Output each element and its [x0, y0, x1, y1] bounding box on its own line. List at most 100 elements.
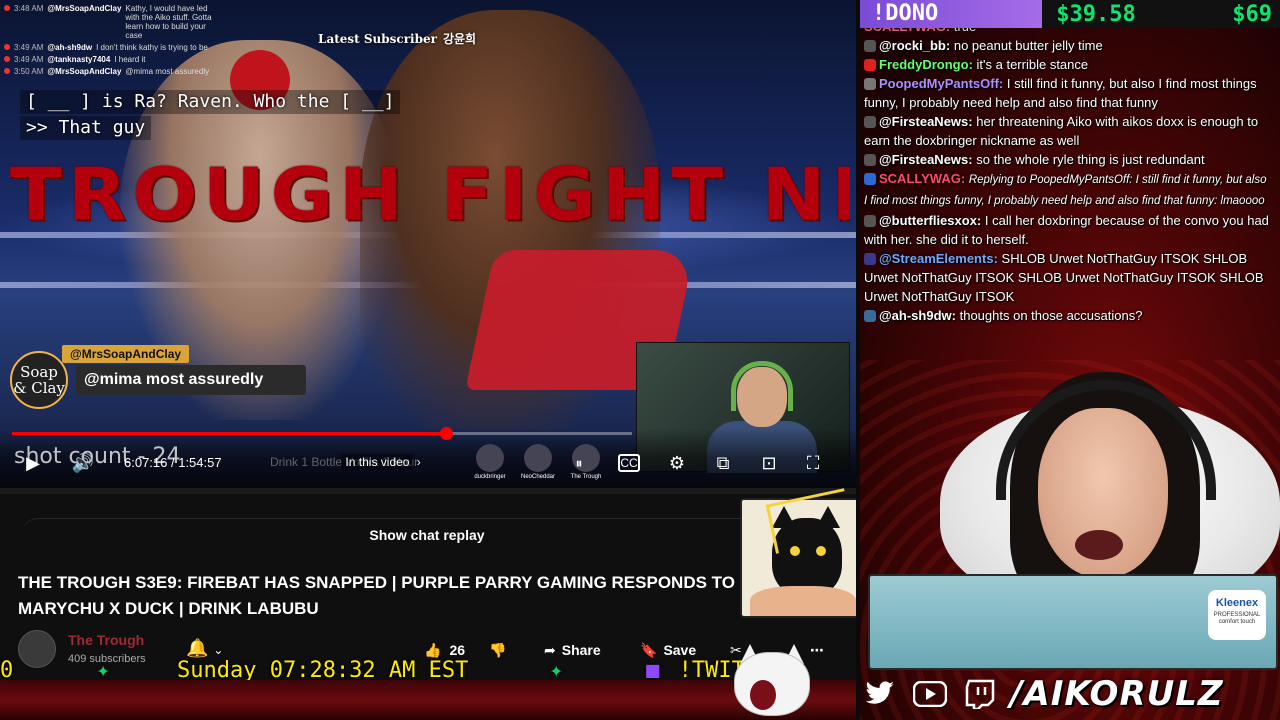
embedded-chat-message: 3:48 AM @MrsSoapAndClay Kathy, I would hav…	[4, 4, 220, 40]
cat-mouth	[750, 680, 776, 710]
channel-name[interactable]: The Trough	[68, 632, 144, 648]
progress-played	[12, 432, 446, 435]
progress-bar[interactable]	[12, 427, 632, 440]
live-dot-icon	[4, 5, 10, 11]
chat-message: @FirsteaNews her threatening Aiko with a…	[862, 112, 1280, 150]
time-current: 6:07:16	[124, 455, 168, 470]
embedded-chat-message: 3:50 AM @MrsSoapAndClay @mima most assured…	[4, 67, 220, 76]
chapter-label[interactable]: Drink 1 Bottle Vodka 1 Hour In this vide…	[270, 454, 421, 470]
miniplayer-icon[interactable]: ⧉	[710, 450, 736, 476]
highlight-message: @mima most assuredly	[76, 365, 306, 395]
chat-username[interactable]: FreddyDrongo	[879, 57, 973, 72]
chevron-right-icon: ›	[413, 455, 421, 469]
chat-user: @tanknasty7404	[47, 55, 111, 64]
chat-message: SCALLYWAG Replying to PoopedMyPantsOff: …	[862, 169, 1280, 211]
live-chat: SCALLYWAG true@rocki_bb no peanut butter…	[862, 28, 1280, 370]
user-badge-icon	[864, 310, 876, 322]
user-badge-icon	[864, 59, 876, 71]
chat-message: PoopedMyPantsOff I still find it funny, …	[862, 74, 1280, 112]
donation-goal-bar: !DONO $39.58 $69	[860, 0, 1280, 28]
chat-text: true	[954, 28, 976, 34]
chat-message: SCALLYWAG true	[862, 28, 1280, 36]
streamer-mouth	[1075, 530, 1123, 560]
chat-message: @butterfliesxox I call her doxbringr bec…	[862, 211, 1280, 249]
chat-text: I don't think kathy is trying to be	[96, 43, 208, 52]
chat-time: 3:50 AM	[14, 67, 44, 76]
chat-text: so the whole ryle thing is just redundan…	[976, 152, 1205, 167]
live-dot-icon	[4, 56, 10, 62]
chat-username[interactable]: @butterfliesxox	[879, 213, 981, 228]
user-badge-icon	[864, 215, 876, 227]
volume-icon[interactable]: 🔊	[70, 450, 96, 476]
chat-time: 3:49 AM	[14, 43, 44, 52]
donation-label: !DONO	[860, 0, 1042, 28]
cc-icon[interactable]: CC	[618, 454, 640, 472]
chat-username[interactable]: @FirsteaNews	[879, 114, 973, 129]
tissue-box: Kleenex PROFESSIONAL comfort touch	[868, 574, 1278, 670]
white-cat-sticker	[724, 644, 820, 720]
chat-text: I heard it	[114, 55, 146, 64]
progress-scrubber[interactable]	[440, 427, 453, 440]
user-badge-icon	[864, 40, 876, 52]
cast-icon[interactable]: ⊡	[756, 450, 782, 476]
user-badge-icon	[864, 116, 876, 128]
headphones-icon	[996, 380, 1216, 500]
chat-username[interactable]: SCALLYWAG	[864, 28, 950, 34]
chat-text: it's a terrible stance	[976, 57, 1089, 72]
chat-username[interactable]: @StreamElements	[879, 251, 998, 266]
latest-subscriber: Latest Subscriber 강윤희	[318, 30, 476, 47]
highlight-avatar: Soap & Clay	[10, 351, 68, 409]
chat-message: @rocki_bb no peanut butter jelly time	[862, 36, 1280, 55]
chat-user: @MrsSoapAndClay	[47, 67, 122, 76]
kleenex-brand: Kleenex	[1215, 597, 1259, 609]
latest-subscriber-label: Latest Subscriber	[318, 32, 437, 46]
chat-message: FreddyDrongo it's a terrible stance	[862, 55, 1280, 74]
caption-line-1: [ __ ] is Ra? Raven. Who the [ __]	[20, 90, 401, 114]
overlay-title: TROUGH FIGHT NIGHT	[10, 152, 850, 237]
social-links: /AIKORULZ	[860, 668, 1280, 720]
twitter-icon[interactable]	[860, 674, 900, 714]
twitch-icon[interactable]	[960, 674, 1000, 714]
fullscreen-icon[interactable]: ⛶	[800, 450, 826, 476]
chat-time: 3:48 AM	[14, 4, 44, 13]
play-icon[interactable]: ▶	[20, 450, 46, 476]
live-dot-icon	[4, 44, 10, 50]
in-this-video: In this video	[341, 454, 414, 470]
user-badge-icon	[864, 154, 876, 166]
chat-username[interactable]: @rocki_bb	[879, 38, 950, 53]
donation-current: $39.58	[1056, 1, 1136, 27]
chat-text: no peanut butter jelly time	[953, 38, 1103, 53]
chat-username[interactable]: @FirsteaNews	[879, 152, 973, 167]
guest-strip: duckbringer NeoCheddar The Trough	[470, 444, 620, 484]
embedded-chat-message: 3:49 AM @ah-sh9dw I don't think kathy is t…	[4, 43, 220, 52]
guest-item: duckbringer	[470, 444, 510, 480]
kleenex-sub: PROFESSIONAL comfort touch	[1213, 612, 1261, 625]
player-divider	[0, 488, 856, 494]
chat-message: @FirsteaNews so the whole ryle thing is …	[862, 150, 1280, 169]
embedded-chat: 3:48 AM @MrsSoapAndClay Kathy, I would hav…	[0, 0, 220, 79]
caption-line-2: >> That guy	[20, 116, 152, 140]
pause-icon[interactable]: ⏸	[566, 450, 592, 476]
chat-time: 3:49 AM	[14, 55, 44, 64]
chat-username[interactable]: @ah-sh9dw	[879, 308, 956, 323]
chat-text: thoughts on those accusations?	[959, 308, 1143, 323]
video-player[interactable]: TROUGH FIGHT NIGHT 3:48 AM @MrsSoapAndCla…	[0, 0, 856, 488]
user-badge-icon	[864, 253, 876, 265]
chat-text: Kathy, I would have led with the Aiko st…	[125, 4, 212, 40]
guest-item: NeoCheddar	[518, 444, 558, 480]
chevron-down-icon[interactable]: ⌄	[213, 643, 223, 657]
settings-icon[interactable]: ⚙	[664, 450, 690, 476]
chat-user: @ah-sh9dw	[47, 43, 93, 52]
show-chat-replay-button[interactable]: Show chat replay	[22, 518, 832, 550]
live-dot-icon	[4, 68, 10, 74]
chat-username[interactable]: PoopedMyPantsOff	[879, 76, 1003, 91]
chat-username[interactable]: SCALLYWAG	[879, 171, 965, 186]
guest-avatar	[476, 444, 504, 472]
youtube-icon[interactable]	[910, 674, 950, 714]
embedded-chat-message: 3:49 AM @tanknasty7404 I heard it	[4, 55, 220, 64]
time-separator: /	[167, 455, 179, 470]
guest-name: NeoCheddar	[520, 474, 556, 480]
kleenex-logo: Kleenex PROFESSIONAL comfort touch	[1208, 590, 1266, 640]
video-title: THE TROUGH S3E9: FIREBAT HAS SNAPPED | P…	[18, 573, 735, 618]
user-badge-icon	[864, 173, 876, 185]
